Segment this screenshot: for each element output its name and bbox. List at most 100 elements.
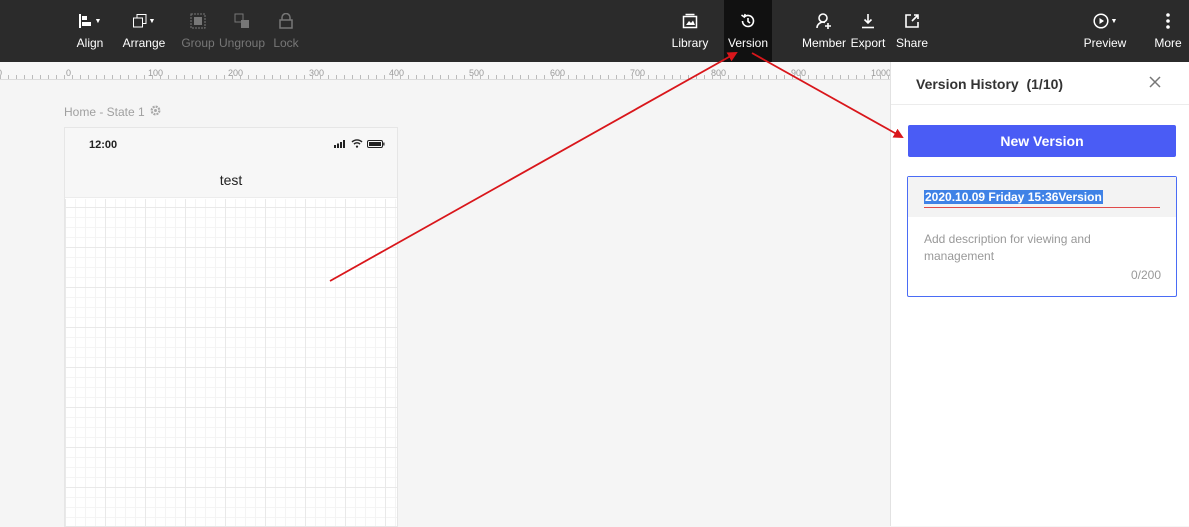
ruler-label: 0: [66, 68, 72, 78]
ruler-tick: [688, 75, 689, 79]
ruler-tick: [224, 75, 225, 79]
ruler-tick: [464, 75, 465, 79]
ruler-tick: [440, 75, 441, 79]
phone-status-bar: 12:00: [65, 128, 397, 162]
member-button[interactable]: Member: [800, 0, 848, 62]
arrange-button[interactable]: ▼ Arrange: [118, 0, 170, 62]
ruler-tick: [176, 75, 177, 79]
ruler-tick: [80, 75, 81, 79]
page-state-label[interactable]: Home - State 1: [64, 105, 161, 119]
library-button[interactable]: Library: [668, 0, 712, 62]
version-card[interactable]: 2020.10.09 Friday 15:36Version Add descr…: [907, 176, 1177, 297]
ruler-tick: [32, 75, 33, 79]
ruler-tick: [368, 75, 369, 79]
preview-button[interactable]: ▼ Preview: [1080, 0, 1130, 62]
ruler-tick: [664, 75, 665, 79]
ruler-tick: [160, 75, 161, 79]
new-version-button[interactable]: New Version: [908, 125, 1176, 157]
ruler-tick: [56, 75, 57, 79]
share-button[interactable]: Share: [894, 0, 930, 62]
ruler-tick: [640, 75, 641, 79]
ruler-tick: [104, 75, 105, 79]
ruler-tick: [488, 75, 489, 79]
ruler-tick: [312, 75, 313, 79]
wifi-icon: [351, 139, 363, 148]
ruler-tick: [320, 75, 321, 79]
ruler-tick: [656, 75, 657, 79]
description-input[interactable]: Add description for viewing and manageme…: [924, 231, 1124, 265]
ruler-tick: [840, 75, 841, 79]
battery-icon: [367, 139, 385, 148]
ruler-tick: [416, 75, 417, 79]
share-icon: [904, 11, 920, 31]
lock-button[interactable]: Lock: [270, 0, 302, 62]
ruler-tick: [24, 75, 25, 79]
ruler-tick: [832, 75, 833, 79]
ruler-tick: [112, 75, 113, 79]
more-button[interactable]: More: [1150, 0, 1186, 62]
ruler-tick: [880, 75, 881, 79]
ruler-label: 800: [711, 68, 727, 78]
group-button[interactable]: Group: [180, 0, 216, 62]
ruler-tick: [624, 75, 625, 79]
align-button[interactable]: ▼ Align: [72, 0, 108, 62]
ruler-tick: [248, 75, 249, 79]
version-name-input[interactable]: 2020.10.09 Friday 15:36Version: [924, 190, 1103, 204]
ruler-tick: [16, 75, 17, 79]
character-count: 0/200: [1130, 268, 1161, 282]
ruler-tick: [768, 75, 769, 79]
ruler-tick: [848, 75, 849, 79]
ruler-tick: [672, 75, 673, 79]
export-button[interactable]: Export: [849, 0, 887, 62]
ruler-tick: [872, 75, 873, 79]
ruler-tick: [592, 75, 593, 79]
align-icon: ▼: [78, 11, 101, 31]
library-label: Library: [671, 36, 709, 50]
spellcheck-underline: [924, 207, 1160, 208]
ruler-tick: [304, 75, 305, 79]
ruler-tick: [208, 75, 209, 79]
ruler-tick: [384, 75, 385, 79]
library-icon: [682, 11, 698, 31]
ruler-tick: [264, 75, 265, 79]
play-icon: ▼: [1092, 11, 1117, 31]
version-history-panel: Version History (1/10) New Version 2020.…: [890, 62, 1189, 526]
state-name: Home - State 1: [64, 105, 145, 119]
phone-artboard[interactable]: 12:00 test: [64, 127, 398, 527]
ruler-tick: [704, 75, 705, 79]
ruler-tick: [816, 75, 817, 79]
ruler-tick: [544, 75, 545, 79]
ruler-tick: [40, 75, 41, 79]
more-label: More: [1154, 36, 1182, 50]
panel-header: Version History (1/10): [891, 62, 1189, 105]
ruler-tick: [616, 75, 617, 79]
ruler-tick: [296, 75, 297, 79]
settings-gear-icon[interactable]: [150, 105, 161, 119]
ruler-tick: [64, 75, 65, 79]
ruler-tick: [216, 75, 217, 79]
ruler-tick: [0, 75, 1, 79]
align-label: Align: [76, 36, 104, 50]
export-label: Export: [850, 36, 886, 50]
ruler-tick: [456, 75, 457, 79]
ruler-tick: [392, 75, 393, 79]
ruler-tick: [480, 75, 481, 79]
ruler-tick: [720, 75, 721, 79]
version-name-row[interactable]: 2020.10.09 Friday 15:36Version: [908, 177, 1176, 217]
version-button[interactable]: Version: [724, 0, 772, 62]
arrange-icon: ▼: [132, 11, 155, 31]
ruler-tick: [560, 75, 561, 79]
ruler-tick: [96, 75, 97, 79]
preview-label: Preview: [1083, 36, 1127, 50]
ruler-tick: [424, 75, 425, 79]
ungroup-button[interactable]: Ungroup: [218, 0, 266, 62]
ruler-tick: [256, 75, 257, 79]
ruler-tick: [608, 75, 609, 79]
ruler-tick: [760, 75, 761, 79]
ruler-tick: [568, 75, 569, 79]
ruler-tick: [240, 75, 241, 79]
download-icon: [860, 11, 876, 31]
ruler-tick: [728, 75, 729, 79]
status-time: 12:00: [89, 139, 118, 151]
close-icon[interactable]: [1147, 74, 1163, 90]
